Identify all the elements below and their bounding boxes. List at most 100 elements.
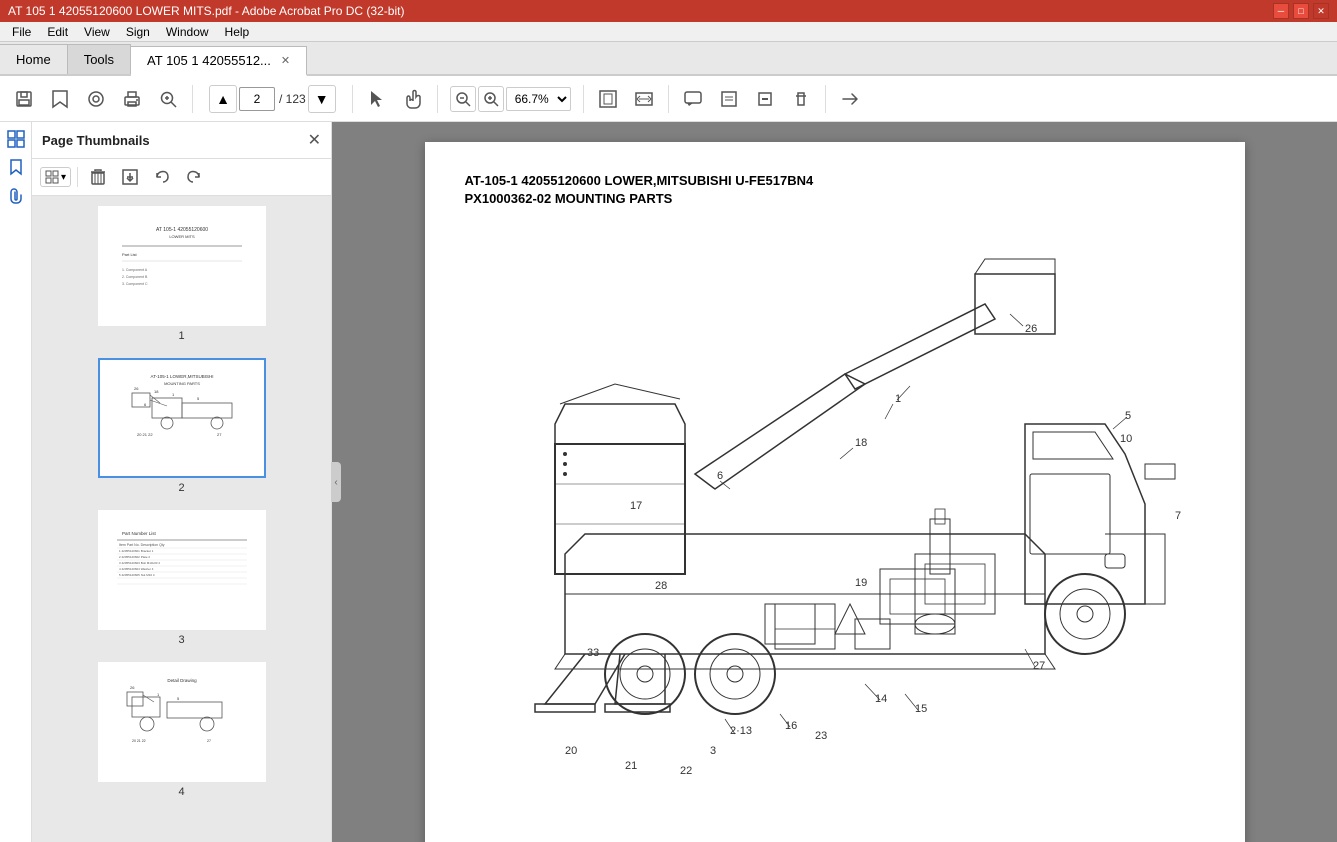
tab-tools-label: Tools — [84, 52, 114, 67]
svg-text:LOWER MITS: LOWER MITS — [169, 234, 195, 239]
zoom-marquee-button[interactable] — [152, 83, 184, 115]
svg-text:5 42055120605 Nut M10: 5 42055120605 Nut M10 4 — [119, 573, 155, 577]
bookmarks-panel-button[interactable] — [3, 154, 29, 180]
thumbnail-list[interactable]: AT 105-1 42055120600 LOWER MITS Part Lis… — [32, 196, 331, 842]
page-number-input[interactable]: 2 — [239, 87, 275, 111]
highlight-button[interactable] — [749, 83, 781, 115]
maximize-button[interactable]: □ — [1293, 3, 1309, 19]
thumbnail-page-2[interactable]: AT-105-1 LOWER,MITSUBISHI MOUNTING PARTS… — [40, 358, 323, 494]
svg-text:20 21 22: 20 21 22 — [132, 739, 146, 743]
sidebar-close-button[interactable]: ✕ — [308, 130, 321, 150]
svg-text:Detail Drawing: Detail Drawing — [167, 678, 197, 683]
comment-button[interactable] — [677, 83, 709, 115]
redo-button[interactable] — [180, 163, 208, 191]
title-bar-text: AT 105 1 42055120600 LOWER MITS.pdf - Ad… — [8, 4, 1273, 18]
svg-text:14: 14 — [875, 693, 887, 705]
thumbnail-page-1[interactable]: AT 105-1 42055120600 LOWER MITS Part Lis… — [40, 206, 323, 342]
svg-text:20 21 22: 20 21 22 — [137, 432, 153, 437]
tab-doc-close[interactable]: ✕ — [281, 54, 290, 67]
delete-thumbnail-button[interactable] — [84, 163, 112, 191]
print-button[interactable] — [116, 83, 148, 115]
zoom-control: 25% 33% 50% 66.7% 75% 100% 125% 150% 200… — [450, 86, 571, 112]
thumbnail-image-3: Part Number List Item Part No. Descripti… — [98, 510, 266, 630]
select-tool-button[interactable] — [361, 83, 393, 115]
toolbar-separator-2 — [352, 85, 353, 113]
save-button[interactable] — [8, 83, 40, 115]
strikethrough-button[interactable] — [785, 83, 817, 115]
menu-view[interactable]: View — [76, 25, 118, 39]
svg-text:16: 16 — [785, 720, 797, 732]
prev-page-button[interactable]: ▲ — [209, 85, 237, 113]
tab-doc-label: AT 105 1 42055512... — [147, 53, 271, 68]
zoom-out-button[interactable] — [450, 86, 476, 112]
svg-text:19: 19 — [855, 577, 867, 589]
thumbnail-image-2: AT-105-1 LOWER,MITSUBISHI MOUNTING PARTS… — [98, 358, 266, 478]
sidebar-panel: Page Thumbnails ✕ ▾ — [32, 122, 332, 842]
sidebar-view-dropdown[interactable]: ▾ — [40, 167, 71, 187]
svg-text:28: 28 — [655, 580, 667, 592]
svg-text:27: 27 — [207, 739, 211, 743]
svg-text:AT 105-1 42055120600: AT 105-1 42055120600 — [155, 227, 207, 233]
fit-width-button[interactable] — [628, 83, 660, 115]
tab-home-label: Home — [16, 52, 51, 67]
svg-text:3 42055120603 Bolt M10x30: 3 42055120603 Bolt M10x30 4 — [119, 561, 160, 565]
svg-text:Part Number List: Part Number List — [122, 531, 157, 536]
toolbar-separator-3 — [437, 85, 438, 113]
pdf-viewer[interactable]: AT-105-1 42055120600 LOWER,MITSUBISHI U-… — [332, 122, 1337, 842]
share-button[interactable] — [834, 83, 866, 115]
undo-button[interactable] — [148, 163, 176, 191]
thumbnail-label-2: 2 — [178, 482, 184, 494]
dropdown-arrow-icon: ▾ — [61, 172, 66, 183]
next-page-button[interactable]: ▼ — [308, 85, 336, 113]
svg-text:27: 27 — [217, 432, 222, 437]
svg-text:26: 26 — [134, 386, 139, 391]
menu-help[interactable]: Help — [217, 25, 258, 39]
thumbnail-label-1: 1 — [178, 330, 184, 342]
svg-text:10: 10 — [1120, 433, 1132, 445]
tab-doc[interactable]: AT 105 1 42055512... ✕ — [131, 46, 307, 76]
thumbnail-page-4[interactable]: Detail Drawing 26 5 1 20 21 22 27 — [40, 662, 323, 798]
extract-pages-button[interactable] — [116, 163, 144, 191]
toolbar-separator-4 — [583, 85, 584, 113]
menu-window[interactable]: Window — [158, 25, 217, 39]
sidebar-collapse-handle[interactable]: ‹ — [331, 462, 341, 502]
parts-diagram: 7 5 10 — [465, 224, 1205, 842]
sidebar-header: Page Thumbnails ✕ — [32, 122, 331, 159]
tab-tools[interactable]: Tools — [68, 44, 131, 74]
minimize-button[interactable]: ─ — [1273, 3, 1289, 19]
menu-edit[interactable]: Edit — [39, 25, 76, 39]
sidebar-title: Page Thumbnails — [42, 133, 150, 148]
toolbar-separator-5 — [668, 85, 669, 113]
svg-text:4 42055120604 Washer: 4 42055120604 Washer 4 — [119, 567, 154, 571]
svg-text:17: 17 — [630, 500, 642, 512]
close-button[interactable]: ✕ — [1313, 3, 1329, 19]
print-preview-button[interactable] — [80, 83, 112, 115]
tab-home[interactable]: Home — [0, 44, 68, 74]
sidebar-toolbar-sep — [77, 167, 78, 187]
thumbnail-image-4: Detail Drawing 26 5 1 20 21 22 27 — [98, 662, 266, 782]
fit-page-button[interactable] — [592, 83, 624, 115]
svg-text:18: 18 — [855, 437, 867, 449]
svg-text:Part List: Part List — [122, 252, 138, 257]
zoom-in-button[interactable] — [478, 86, 504, 112]
svg-text:7: 7 — [1175, 510, 1181, 522]
menu-sign[interactable]: Sign — [118, 25, 158, 39]
hand-tool-button[interactable] — [397, 83, 429, 115]
zoom-select[interactable]: 25% 33% 50% 66.7% 75% 100% 125% 150% 200… — [506, 87, 571, 111]
svg-text:2. Component B: 2. Component B — [122, 275, 148, 279]
pdf-page: AT-105-1 42055120600 LOWER,MITSUBISHI U-… — [425, 142, 1245, 842]
svg-text:Item Part No. Description: Item Part No. Description Qty — [119, 543, 165, 547]
thumbnail-page-3[interactable]: Part Number List Item Part No. Descripti… — [40, 510, 323, 646]
svg-text:MOUNTING PARTS: MOUNTING PARTS — [164, 381, 200, 386]
thumbnails-panel-button[interactable] — [3, 126, 29, 152]
toolbar-separator-1 — [192, 85, 193, 113]
sticky-note-button[interactable] — [713, 83, 745, 115]
svg-text:33: 33 — [587, 647, 599, 659]
toolbar: ▲ 2 / 123 ▼ 25% 33% 50% 66.7% 75% 100% 1… — [0, 76, 1337, 122]
doc-title-line2: PX1000362-02 MOUNTING PARTS — [465, 191, 673, 206]
svg-text:1. Component A: 1. Component A — [122, 268, 148, 272]
attachments-panel-button[interactable] — [3, 182, 29, 208]
page-total-label: / 123 — [279, 92, 306, 106]
menu-file[interactable]: File — [4, 25, 39, 39]
bookmark-button[interactable] — [44, 83, 76, 115]
